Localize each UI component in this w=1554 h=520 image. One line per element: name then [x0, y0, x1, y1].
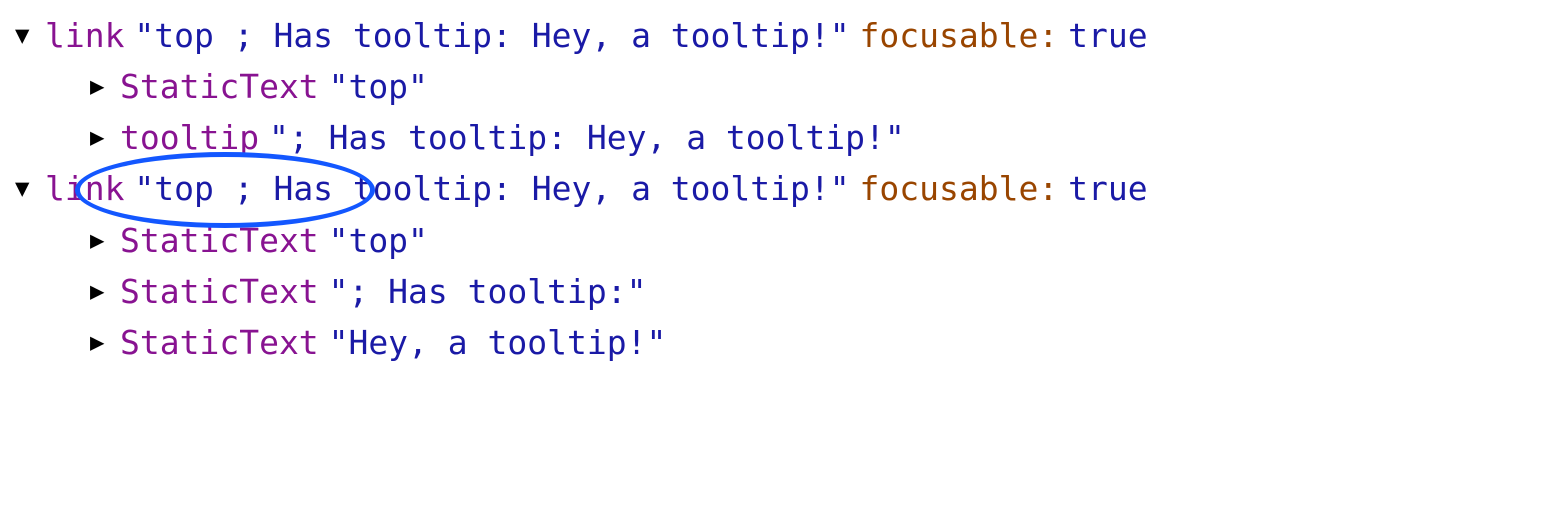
- tree-row[interactable]: tooltip "; Has tooltip: Hey, a tooltip!": [0, 112, 1554, 163]
- ax-attr-colon: :: [1038, 163, 1058, 214]
- ax-role: link: [45, 10, 124, 61]
- tree-row[interactable]: StaticText "top": [0, 215, 1554, 266]
- disclosure-triangle-icon[interactable]: [90, 222, 120, 259]
- disclosure-triangle-icon[interactable]: [90, 273, 120, 310]
- disclosure-triangle-icon[interactable]: [90, 68, 120, 105]
- disclosure-triangle-icon[interactable]: [90, 119, 120, 156]
- ax-role: StaticText: [120, 317, 319, 368]
- ax-value: "Hey, a tooltip!": [329, 317, 667, 368]
- ax-value: "top ; Has tooltip: Hey, a tooltip!": [134, 10, 849, 61]
- ax-role: tooltip: [120, 112, 259, 163]
- ax-role: link: [45, 163, 124, 214]
- ax-role: StaticText: [120, 61, 319, 112]
- tree-row[interactable]: link "top ; Has tooltip: Hey, a tooltip!…: [0, 163, 1554, 214]
- ax-attr-name: focusable: [860, 10, 1039, 61]
- ax-attr-value: true: [1068, 163, 1147, 214]
- ax-attr-value: true: [1068, 10, 1147, 61]
- ax-role: StaticText: [120, 266, 319, 317]
- disclosure-triangle-icon[interactable]: [15, 170, 45, 207]
- tree-row[interactable]: StaticText "top": [0, 61, 1554, 112]
- tree-row[interactable]: StaticText "Hey, a tooltip!": [0, 317, 1554, 368]
- ax-attr-name: focusable: [860, 163, 1039, 214]
- disclosure-triangle-icon[interactable]: [90, 324, 120, 361]
- tree-row[interactable]: StaticText "; Has tooltip:": [0, 266, 1554, 317]
- tree-row[interactable]: link "top ; Has tooltip: Hey, a tooltip!…: [0, 10, 1554, 61]
- ax-value: "top ; Has tooltip: Hey, a tooltip!": [134, 163, 849, 214]
- ax-value: "top": [329, 215, 428, 266]
- ax-value: "; Has tooltip:": [329, 266, 647, 317]
- ax-role: StaticText: [120, 215, 319, 266]
- disclosure-triangle-icon[interactable]: [15, 17, 45, 54]
- ax-value: "top": [329, 61, 428, 112]
- ax-value: "; Has tooltip: Hey, a tooltip!": [269, 112, 905, 163]
- ax-attr-colon: :: [1038, 10, 1058, 61]
- accessibility-tree: link "top ; Has tooltip: Hey, a tooltip!…: [0, 10, 1554, 368]
